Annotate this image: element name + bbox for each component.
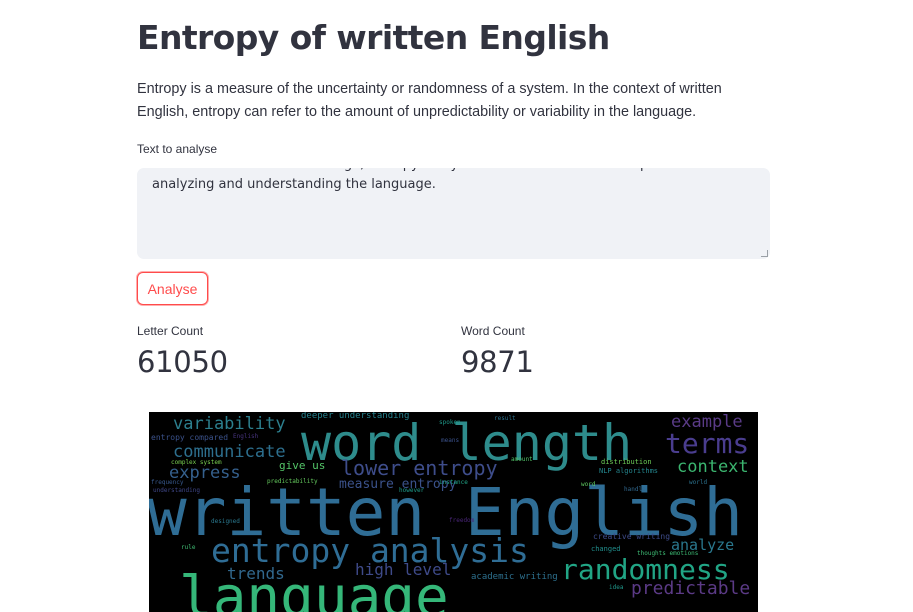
word-cloud-word: thoughts emotions	[637, 550, 699, 557]
word-cloud-word: instance	[439, 479, 468, 486]
word-cloud-word: predictable	[631, 578, 751, 599]
textarea-text[interactable]: continues to evolve and change, entropy …	[152, 168, 757, 195]
word-cloud-word: world	[689, 479, 708, 486]
word-cloud-word: creative writing	[593, 532, 671, 541]
metric-label: Letter Count	[137, 324, 204, 338]
word-cloud-word: terms	[665, 427, 750, 460]
word-cloud-word: context	[677, 457, 749, 477]
word-cloud-word: handle	[624, 486, 646, 493]
word-cloud-word: changed	[591, 545, 621, 553]
word-cloud-word: predictability	[267, 478, 318, 485]
word-cloud-word: NLP algorithms	[599, 467, 659, 475]
letter-count-metric: Letter Count 61050	[137, 324, 228, 379]
word-cloud-word: English	[233, 433, 259, 440]
word-cloud-word: entropy compared	[151, 433, 229, 442]
word-cloud-word: designed	[211, 518, 240, 525]
word-cloud-word: word	[581, 481, 596, 488]
word-count-metric: Word Count 9871	[461, 324, 534, 379]
word-cloud-word: understanding	[153, 487, 200, 494]
word-cloud-word: variability	[173, 414, 286, 434]
analyse-button[interactable]: Analyse	[137, 272, 208, 305]
metric-label: Word Count	[461, 324, 525, 338]
page-title: Entropy of written English	[137, 18, 610, 57]
word-cloud-word: however	[399, 487, 425, 494]
word-cloud-word: distribution	[601, 458, 652, 466]
text-to-analyse-textarea[interactable]: continues to evolve and change, entropy …	[137, 168, 770, 259]
page-description: Entropy is a measure of the uncertainty …	[137, 81, 722, 120]
word-cloud-word: means	[441, 437, 460, 444]
word-cloud-word: language	[179, 565, 449, 612]
metric-value: 61050	[137, 345, 228, 379]
word-cloud-word: rule	[181, 544, 196, 551]
textarea-label: Text to analyse	[137, 142, 218, 156]
word-cloud-word: amount	[511, 456, 533, 463]
word-cloud-word: academic writing	[471, 572, 558, 582]
word-cloud-word: spoken	[439, 419, 461, 426]
word-cloud-word: freedom	[449, 517, 475, 524]
word-cloud-word: deeper understanding	[301, 412, 410, 421]
word-cloud-word: lower entropy	[341, 456, 498, 480]
word-cloud-image: word length written English entropy analys…	[149, 412, 758, 612]
word-cloud-word: idea	[609, 584, 624, 591]
word-cloud-word: example	[671, 412, 743, 432]
word-cloud-word: frequency	[151, 479, 184, 486]
resize-handle-icon[interactable]	[761, 250, 768, 257]
word-cloud-word: complex system	[171, 459, 222, 466]
word-cloud-word: give us	[279, 459, 326, 472]
metric-value: 9871	[461, 345, 534, 379]
word-cloud-word: result	[494, 415, 516, 422]
